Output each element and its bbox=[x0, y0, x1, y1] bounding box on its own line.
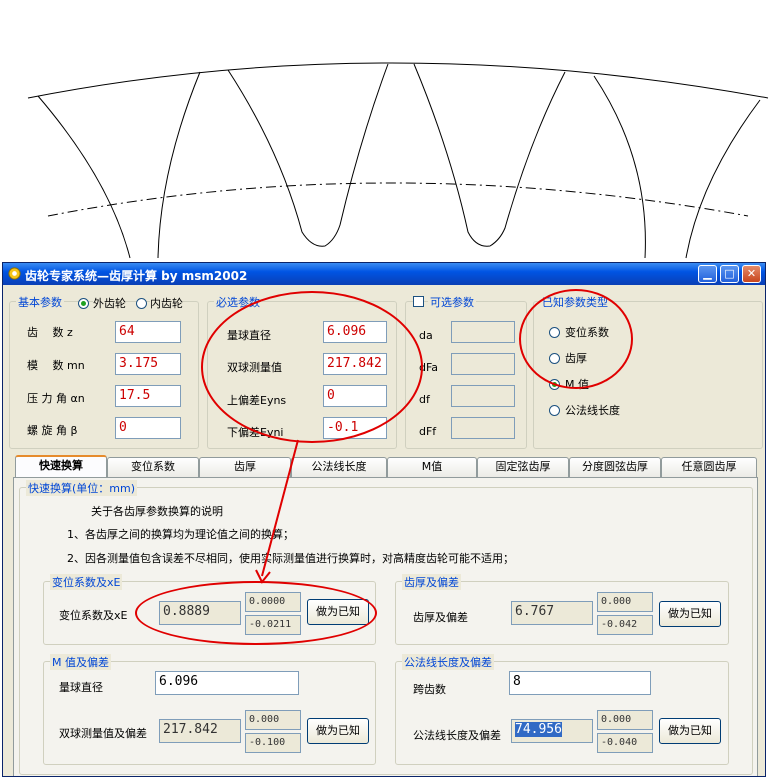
annotation-circle-shift bbox=[135, 581, 377, 645]
m-ball-diameter-input[interactable]: 6.096 bbox=[155, 671, 299, 695]
tab-arbitrary-circle[interactable]: 任意圆齿厚 bbox=[661, 457, 757, 477]
thickness-lower-field[interactable]: -0.042 bbox=[597, 615, 653, 635]
tab-m-value[interactable]: M值 bbox=[387, 457, 477, 477]
span-set-known-button[interactable]: 做为已知 bbox=[659, 718, 721, 744]
thickness-set-known-button[interactable]: 做为已知 bbox=[659, 601, 721, 627]
pressure-angle-input[interactable]: 17.5 bbox=[115, 385, 181, 407]
dfa-input[interactable] bbox=[451, 353, 515, 375]
tooth-flank-1 bbox=[37, 95, 131, 259]
helix-angle-label: 螺 旋 角 β bbox=[27, 424, 78, 437]
thickness-value-field[interactable]: 6.767 bbox=[511, 601, 593, 625]
m-value-legend: M 值及偏差 bbox=[50, 654, 111, 670]
tab-tooth-thickness[interactable]: 齿厚 bbox=[199, 457, 291, 477]
note-title: 关于各齿厚参数换算的说明 bbox=[91, 505, 223, 518]
maximize-icon: □ bbox=[724, 267, 735, 280]
external-gear-label: 外齿轮 bbox=[93, 295, 126, 311]
da-input[interactable] bbox=[451, 321, 515, 343]
gear-profile-drawing bbox=[27, 62, 769, 259]
m-lower-field[interactable]: -0.100 bbox=[245, 733, 301, 753]
external-gear-radio[interactable] bbox=[78, 298, 89, 309]
title-bar[interactable]: 齿轮专家系统—齿厚计算 by msm2002 ▁ □ ✕ bbox=[3, 263, 765, 285]
helix-angle-input[interactable]: 0 bbox=[115, 417, 181, 439]
tab-quick-convert[interactable]: 快速换算 bbox=[15, 455, 107, 478]
dff-label: dFf bbox=[419, 425, 437, 438]
optional-params-legend: 可选参数 bbox=[428, 294, 476, 310]
gear-app-icon bbox=[8, 267, 21, 280]
tooth-flank-6 bbox=[685, 99, 761, 259]
m-measure-label: 双球测量值及偏差 bbox=[59, 727, 147, 740]
m-set-known-button[interactable]: 做为已知 bbox=[307, 718, 369, 744]
quick-convert-legend: 快速换算(单位：mm) bbox=[26, 480, 138, 496]
span-length-field[interactable]: 74.956 bbox=[511, 719, 593, 743]
close-button[interactable]: ✕ bbox=[742, 265, 761, 283]
internal-gear-radio[interactable] bbox=[136, 298, 147, 309]
tooth-flank-3 bbox=[227, 63, 389, 247]
tooth-flank-2 bbox=[157, 71, 201, 259]
thickness-legend: 齿厚及偏差 bbox=[402, 574, 461, 590]
m-ball-diameter-label: 量球直径 bbox=[59, 681, 103, 694]
app-window: 齿轮专家系统—齿厚计算 by msm2002 ▁ □ ✕ 基本参数 外齿轮 内齿… bbox=[2, 262, 766, 777]
tab-span-length[interactable]: 公法线长度 bbox=[291, 457, 387, 477]
m-upper-field[interactable]: 0.000 bbox=[245, 710, 301, 730]
internal-gear-label: 内齿轮 bbox=[150, 295, 183, 311]
window-title: 齿轮专家系统—齿厚计算 by msm2002 bbox=[25, 269, 248, 283]
tooth-flank-5 bbox=[593, 75, 646, 259]
tab-chordal-fixed[interactable]: 固定弦齿厚 bbox=[477, 457, 569, 477]
tip-circle-arc bbox=[27, 62, 769, 99]
pressure-angle-label: 压 力 角 αn bbox=[27, 392, 85, 405]
thickness-upper-field[interactable]: 0.000 bbox=[597, 592, 653, 612]
tab-chordal-pitch[interactable]: 分度圆弦齿厚 bbox=[569, 457, 661, 477]
minimize-button[interactable]: ▁ bbox=[698, 265, 717, 283]
note-line-1: 1、各齿厚之间的换算均为理论值之间的换算； bbox=[67, 528, 294, 541]
known-wk-label: 公法线长度 bbox=[565, 404, 620, 417]
shift-legend: 变位系数及xE bbox=[50, 574, 123, 590]
minimize-icon: ▁ bbox=[703, 267, 712, 280]
tab-shift-coefficient[interactable]: 变位系数 bbox=[107, 457, 199, 477]
span-length-label: 公法线长度及偏差 bbox=[413, 729, 501, 742]
maximize-button[interactable]: □ bbox=[720, 265, 739, 283]
known-wk-radio[interactable] bbox=[549, 405, 560, 416]
span-upper-field[interactable]: 0.000 bbox=[597, 710, 653, 730]
da-label: da bbox=[419, 329, 433, 342]
note-line-2: 2、因各测量值包含误差不尽相同，使用实际测量值进行换算时，对高精度齿轮可能不适用… bbox=[67, 552, 514, 565]
shift-label: 变位系数及xE bbox=[59, 609, 128, 622]
annotation-circle-known bbox=[519, 289, 633, 389]
module-input[interactable]: 3.175 bbox=[115, 353, 181, 375]
module-label: 模 数 mn bbox=[27, 359, 85, 372]
span-teeth-input[interactable]: 8 bbox=[509, 671, 651, 695]
teeth-count-input[interactable]: 64 bbox=[115, 321, 181, 343]
teeth-count-label: 齿 数 z bbox=[27, 326, 73, 339]
thickness-label: 齿厚及偏差 bbox=[413, 611, 468, 624]
pitch-circle-arc bbox=[47, 182, 749, 217]
optional-params-checkbox[interactable] bbox=[413, 296, 424, 307]
dff-input[interactable] bbox=[451, 417, 515, 439]
span-length-selected-text: 74.956 bbox=[515, 722, 562, 737]
basic-params-legend: 基本参数 bbox=[16, 294, 64, 310]
span-legend: 公法线长度及偏差 bbox=[402, 654, 494, 670]
span-lower-field[interactable]: -0.040 bbox=[597, 733, 653, 753]
m-measure-field[interactable]: 217.842 bbox=[159, 719, 241, 743]
annotation-circle-required bbox=[201, 291, 423, 443]
close-icon: ✕ bbox=[746, 267, 757, 280]
df-label: df bbox=[419, 393, 430, 406]
span-teeth-label: 跨齿数 bbox=[413, 683, 446, 696]
df-input[interactable] bbox=[451, 385, 515, 407]
tooth-flank-4 bbox=[413, 63, 566, 247]
